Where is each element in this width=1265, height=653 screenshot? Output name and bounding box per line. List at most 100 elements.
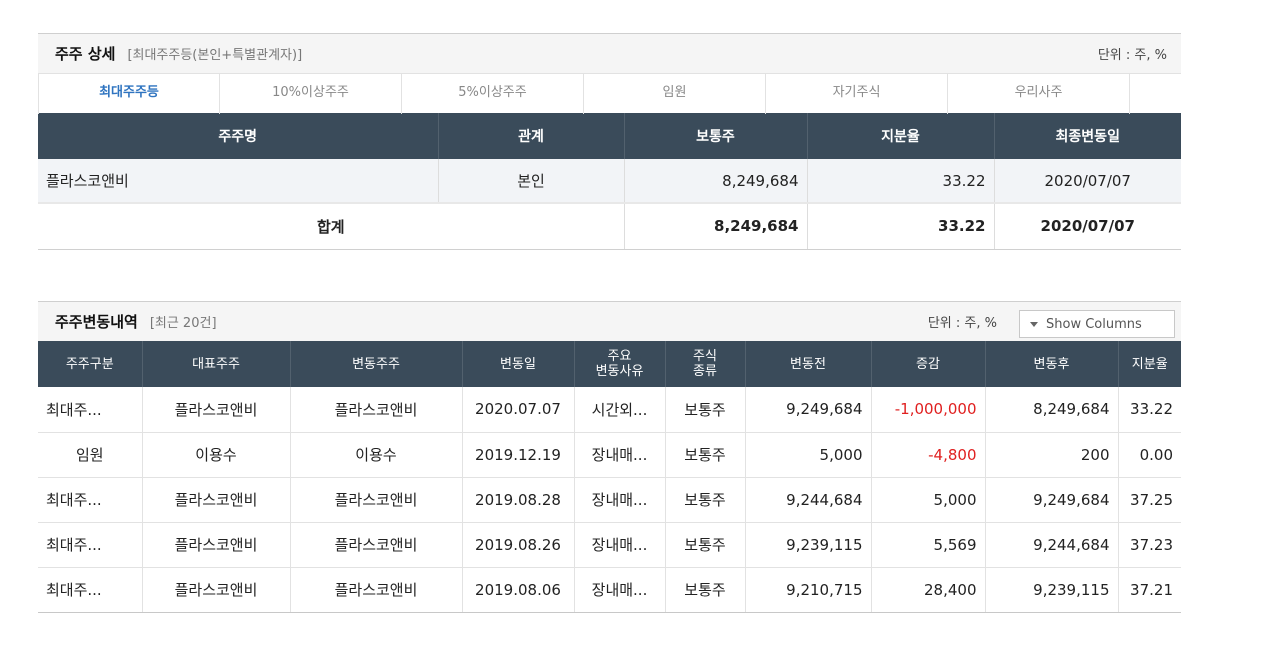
total-common-stock: 8,249,684 bbox=[624, 202, 808, 250]
ratio-value: 0.00 bbox=[1118, 432, 1181, 478]
tab-treasury-stock[interactable]: 자기주식 bbox=[766, 74, 948, 114]
show-columns-button[interactable]: Show Columns bbox=[1019, 310, 1175, 338]
unit-label: 단위 : 주, % bbox=[1097, 48, 1167, 63]
ownership-ratio: 33.22 bbox=[807, 159, 995, 204]
shareholder-detail-table: 주주명 관계 보통주 지분율 최종변동일 플라스코앤비 본인 8,249,684… bbox=[38, 113, 1181, 250]
change-value: 28,400 bbox=[871, 567, 986, 613]
col-ownership-ratio: 지분율 bbox=[807, 113, 995, 159]
col-holder-type[interactable]: 주주구분 bbox=[38, 341, 143, 387]
col-representative[interactable]: 대표주주 bbox=[142, 341, 291, 387]
shareholder-tabs: 최대주주등 10%이상주주 5%이상주주 임원 자기주식 우리사주 bbox=[38, 73, 1181, 114]
table-row: 임원 이용수 이용수 2019.12.19 장내매... 보통주 5,000 -… bbox=[38, 432, 1181, 478]
shareholder-detail-header: 주주 상세 [최대주주등(본인+특별관계자)] 단위 : 주, % bbox=[38, 33, 1181, 73]
section-subtitle: [최근 20건] bbox=[149, 316, 217, 331]
stock-kind: 보통주 bbox=[665, 432, 746, 478]
representative: 플라스코앤비 bbox=[142, 567, 291, 613]
after-value: 8,249,684 bbox=[985, 387, 1119, 433]
col-relation: 관계 bbox=[438, 113, 625, 159]
total-row: 합계 8,249,684 33.22 2020/07/07 bbox=[38, 202, 1181, 250]
shareholder-change-panel: 주주변동내역 [최근 20건] 단위 : 주, % Show Columns 주… bbox=[38, 301, 1181, 613]
table-row: 최대주... 플라스코앤비 플라스코앤비 2020.07.07 시간외... 보… bbox=[38, 387, 1181, 433]
before-value: 9,244,684 bbox=[745, 477, 872, 523]
total-date: 2020/07/07 bbox=[994, 202, 1181, 250]
col-common-stock: 보통주 bbox=[624, 113, 808, 159]
tab-5pct-shareholders[interactable]: 5%이상주주 bbox=[402, 74, 584, 114]
change-value: 5,569 bbox=[871, 522, 986, 568]
after-value: 9,244,684 bbox=[985, 522, 1119, 568]
relation: 본인 bbox=[438, 159, 625, 204]
holder-type: 최대주... bbox=[38, 522, 143, 568]
total-ratio: 33.22 bbox=[807, 202, 995, 250]
col-last-change-date: 최종변동일 bbox=[994, 113, 1181, 159]
before-value: 9,210,715 bbox=[745, 567, 872, 613]
ratio-value: 33.22 bbox=[1118, 387, 1181, 433]
ratio-value: 37.23 bbox=[1118, 522, 1181, 568]
change-reason: 시간외... bbox=[574, 387, 666, 433]
section-title: 주주 상세 bbox=[55, 45, 116, 63]
stock-kind: 보통주 bbox=[665, 567, 746, 613]
representative: 플라스코앤비 bbox=[142, 477, 291, 523]
ratio-value: 37.21 bbox=[1118, 567, 1181, 613]
col-change-date[interactable]: 변동일 bbox=[462, 341, 575, 387]
col-ratio[interactable]: 지분율 bbox=[1118, 341, 1181, 387]
before-value: 9,239,115 bbox=[745, 522, 872, 568]
section-title: 주주변동내역 bbox=[55, 313, 138, 331]
after-value: 200 bbox=[985, 432, 1119, 478]
col-after[interactable]: 변동후 bbox=[985, 341, 1119, 387]
col-shareholder-name: 주주명 bbox=[38, 113, 439, 159]
col-change-reason[interactable]: 주요 변동사유 bbox=[574, 341, 666, 387]
total-label: 합계 bbox=[38, 202, 625, 250]
table-row: 최대주... 플라스코앤비 플라스코앤비 2019.08.06 장내매... 보… bbox=[38, 567, 1181, 613]
change-value: 5,000 bbox=[871, 477, 986, 523]
col-change[interactable]: 증감 bbox=[871, 341, 986, 387]
table-row: 최대주... 플라스코앤비 플라스코앤비 2019.08.28 장내매... 보… bbox=[38, 477, 1181, 523]
after-value: 9,239,115 bbox=[985, 567, 1119, 613]
change-reason: 장내매... bbox=[574, 567, 666, 613]
col-changed-holder[interactable]: 변동주주 bbox=[290, 341, 463, 387]
holder-type: 임원 bbox=[38, 432, 143, 478]
change-value: -4,800 bbox=[871, 432, 986, 478]
tab-executives[interactable]: 임원 bbox=[584, 74, 766, 114]
change-date: 2019.12.19 bbox=[462, 432, 575, 478]
after-value: 9,249,684 bbox=[985, 477, 1119, 523]
holder-type: 최대주... bbox=[38, 387, 143, 433]
stock-kind: 보통주 bbox=[665, 522, 746, 568]
common-stock: 8,249,684 bbox=[624, 159, 808, 204]
stock-kind: 보통주 bbox=[665, 387, 746, 433]
dropdown-arrow-icon bbox=[1030, 321, 1038, 327]
table-header-row: 주주명 관계 보통주 지분율 최종변동일 bbox=[38, 113, 1181, 159]
tab-10pct-shareholders[interactable]: 10%이상주주 bbox=[220, 74, 402, 114]
changed-holder: 플라스코앤비 bbox=[290, 477, 463, 523]
tab-employee-stock[interactable]: 우리사주 bbox=[948, 74, 1130, 114]
change-date: 2019.08.26 bbox=[462, 522, 575, 568]
tab-largest-shareholders[interactable]: 최대주주등 bbox=[38, 74, 220, 114]
col-stock-kind[interactable]: 주식 종류 bbox=[665, 341, 746, 387]
change-date: 2019.08.06 bbox=[462, 567, 575, 613]
shareholder-name: 플라스코앤비 bbox=[38, 159, 439, 204]
shareholder-change-table: 주주구분 대표주주 변동주주 변동일 주요 변동사유 주식 종류 변동전 증감 변동… bbox=[38, 341, 1181, 613]
change-value: -1,000,000 bbox=[871, 387, 986, 433]
representative: 이용수 bbox=[142, 432, 291, 478]
table-row: 플라스코앤비 본인 8,249,684 33.22 2020/07/07 bbox=[38, 159, 1181, 204]
table-row: 최대주... 플라스코앤비 플라스코앤비 2019.08.26 장내매... 보… bbox=[38, 522, 1181, 568]
change-date: 2020.07.07 bbox=[462, 387, 575, 433]
last-change-date: 2020/07/07 bbox=[994, 159, 1181, 204]
stock-kind: 보통주 bbox=[665, 477, 746, 523]
section-subtitle: [최대주주등(본인+특별관계자)] bbox=[127, 48, 303, 63]
change-reason: 장내매... bbox=[574, 477, 666, 523]
table-header-row: 주주구분 대표주주 변동주주 변동일 주요 변동사유 주식 종류 변동전 증감 변동… bbox=[38, 341, 1181, 387]
changed-holder: 플라스코앤비 bbox=[290, 522, 463, 568]
representative: 플라스코앤비 bbox=[142, 522, 291, 568]
changed-holder: 플라스코앤비 bbox=[290, 567, 463, 613]
shareholder-detail-panel: 주주 상세 [최대주주등(본인+특별관계자)] 단위 : 주, % 최대주주등 … bbox=[38, 33, 1181, 250]
shareholder-change-header: 주주변동내역 [최근 20건] 단위 : 주, % Show Columns bbox=[38, 301, 1181, 341]
ratio-value: 37.25 bbox=[1118, 477, 1181, 523]
changed-holder: 이용수 bbox=[290, 432, 463, 478]
change-reason: 장내매... bbox=[574, 432, 666, 478]
col-before[interactable]: 변동전 bbox=[745, 341, 872, 387]
change-reason: 장내매... bbox=[574, 522, 666, 568]
representative: 플라스코앤비 bbox=[142, 387, 291, 433]
holder-type: 최대주... bbox=[38, 477, 143, 523]
unit-label: 단위 : 주, % bbox=[927, 316, 997, 331]
before-value: 5,000 bbox=[745, 432, 872, 478]
